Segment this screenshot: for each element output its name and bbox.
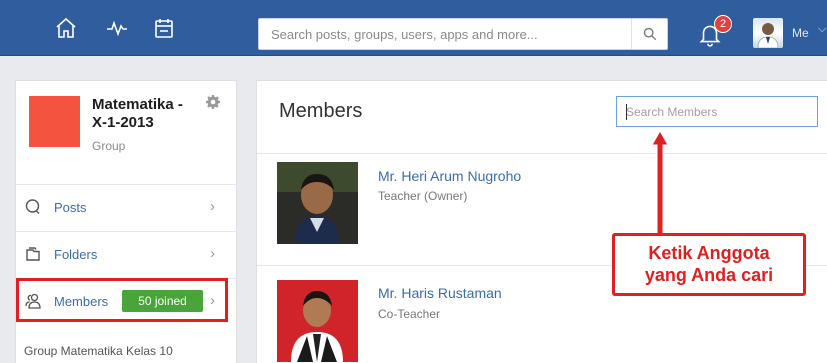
home-icon[interactable] xyxy=(52,14,80,42)
group-name[interactable]: Matematika - X-1-2013 xyxy=(92,96,202,132)
member-search-input[interactable] xyxy=(617,97,817,126)
page-title: Members xyxy=(279,100,363,122)
divider xyxy=(257,153,827,154)
folder-icon xyxy=(24,245,42,263)
activity-icon[interactable] xyxy=(103,14,131,42)
notification-count-badge[interactable]: 2 xyxy=(714,15,732,33)
member-name-link[interactable]: Mr. Haris Rustaman xyxy=(378,285,502,301)
group-thumbnail[interactable] xyxy=(29,96,80,147)
group-type-label: Group xyxy=(92,139,126,153)
search-icon[interactable] xyxy=(631,19,667,49)
planner-icon[interactable] xyxy=(150,14,178,42)
sidebar-item-folders[interactable]: Folders › xyxy=(16,231,236,277)
members-panel: Members Mr. Heri Arum Nugroho Teacher (O… xyxy=(256,80,827,363)
group-description: Group Matematika Kelas 10 xyxy=(24,344,173,358)
text-cursor xyxy=(626,104,627,120)
chevron-down-icon[interactable]: ⌵ xyxy=(818,23,826,36)
user-menu-label[interactable]: Me xyxy=(792,26,809,40)
annotation-text-line2: yang Anda cari xyxy=(644,265,774,285)
global-search[interactable] xyxy=(258,18,668,50)
sidebar-item-label: Folders xyxy=(54,247,98,262)
group-sidebar: Matematika - X-1-2013 Group Posts › Fold… xyxy=(15,80,237,363)
chevron-right-icon: › xyxy=(210,198,215,215)
user-avatar[interactable] xyxy=(753,18,783,48)
chevron-right-icon: › xyxy=(210,245,215,262)
member-name-link[interactable]: Mr. Heri Arum Nugroho xyxy=(378,168,521,184)
member-avatar[interactable] xyxy=(277,162,358,244)
annotation-arrow xyxy=(651,129,669,247)
gear-icon[interactable] xyxy=(205,94,223,112)
sidebar-item-posts[interactable]: Posts › xyxy=(16,184,236,230)
top-navigation-bar: 2 Me ⌵ xyxy=(0,0,827,56)
global-search-input[interactable] xyxy=(259,19,631,49)
annotation-text-line1: Ketik Anggota xyxy=(648,243,770,263)
annotation-callout: Ketik Anggota yang Anda cari xyxy=(612,233,806,296)
member-role: Teacher (Owner) xyxy=(378,189,468,203)
chat-bubble-icon xyxy=(24,198,42,216)
member-search-field[interactable] xyxy=(616,96,818,127)
member-avatar[interactable] xyxy=(277,280,358,362)
member-role: Co-Teacher xyxy=(378,307,441,321)
sidebar-item-label: Posts xyxy=(54,200,87,215)
members-highlight-annotation xyxy=(16,278,228,322)
